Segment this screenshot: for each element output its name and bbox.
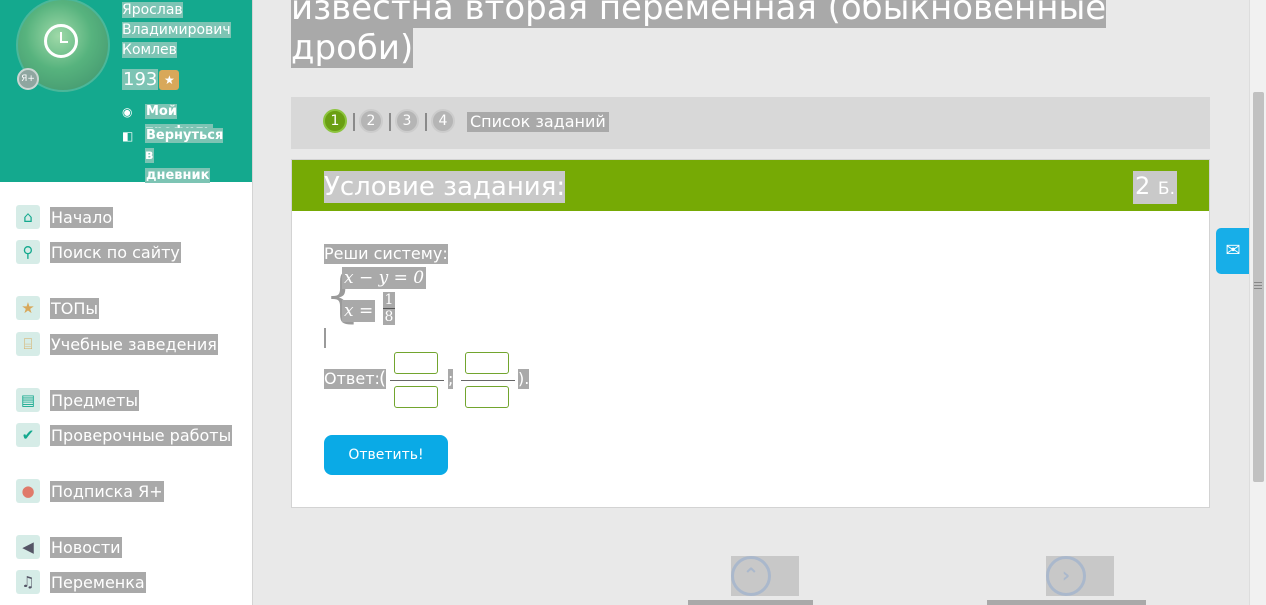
ya-plus-badge-icon: Я+ [17,68,39,90]
tab-divider [353,113,355,131]
x-numerator-input[interactable] [394,352,438,374]
nav-institutions[interactable]: ⌸ Учебные заведения [16,331,218,357]
fraction-bar [461,380,515,381]
tab-4[interactable]: 4 [431,109,455,133]
user-points: 193 ★ [122,69,180,91]
user-icon: ◉ [122,105,133,119]
separator: ; [448,369,454,389]
nav-tops[interactable]: ★ ТОПы [16,295,100,321]
clock-icon [44,24,78,58]
nav-subscription[interactable]: ● Подписка Я+ [16,478,164,504]
task-card: Условие задания: 2 Б. Реши систему: { x … [291,159,1210,508]
star-icon: ★ [159,70,180,90]
tab-3[interactable]: 3 [395,109,419,133]
equation-2-fraction: 1 8 [383,292,395,325]
ya-plus-icon: ● [16,479,40,503]
institution-icon: ⌸ [16,332,40,356]
megaphone-icon: ◀ [16,535,40,559]
scrollbar-grip [1254,282,1262,283]
tab-divider [389,113,391,131]
profile-link[interactable]: ◉ Мой профиль [122,102,213,139]
nav-underline [688,600,813,605]
nav-underline [987,600,1146,605]
page-title: известна вторая переменная (обыкновенные… [291,0,1121,68]
nav-break[interactable]: ♫ Переменка [16,569,146,595]
tab-divider [425,113,427,131]
sidebar: Я+ Ярослав Владимирович Комлев 193 ★ ◉ Мо… [0,0,253,605]
close-paren: ). [518,369,530,389]
nav-tests[interactable]: ✔ Проверочные работы [16,422,233,448]
task-list-link[interactable]: Список заданий [467,112,609,132]
door-icon: ◧ [122,129,134,143]
bell-icon: ♫ [16,570,40,594]
home-icon: ⌂ [16,205,40,229]
nav-subjects[interactable]: ▤ Предметы [16,387,139,413]
answer-label: Ответ: [324,369,380,389]
equation-1: x − y = 0 [342,267,427,289]
text-cursor [324,328,326,348]
equation-system: { x − y = 0 x = 1 8 [324,264,524,350]
scrollbar[interactable] [1249,0,1266,605]
back-to-diary-link[interactable]: ◧ Вернуться в дневник [122,126,224,183]
nav-search[interactable]: ⚲ Поиск по сайту [16,239,181,265]
nav-news[interactable]: ◀ Новости [16,534,122,560]
submit-answer-button[interactable]: Ответить! [324,435,448,475]
task-points: 2 Б. [1133,171,1177,204]
tab-2[interactable]: 2 [359,109,383,133]
x-denominator-input[interactable] [394,386,438,408]
star-icon: ★ [16,296,40,320]
scrollbar-thumb[interactable] [1253,92,1264,482]
book-icon: ▤ [16,388,40,412]
nav-home[interactable]: ⌂ Начало [16,204,114,230]
y-denominator-input[interactable] [465,386,509,408]
y-numerator-input[interactable] [465,352,509,374]
task-card-header: Условие задания: 2 Б. [292,160,1209,211]
user-name: Ярослав Владимирович Комлев [122,2,231,58]
profile-panel: Я+ Ярослав Владимирович Комлев 193 ★ ◉ Мо… [0,0,252,183]
next-task-button[interactable]: › [1046,556,1086,596]
equation-2: x = [342,300,376,322]
mail-icon[interactable]: ✉ [1216,228,1250,274]
tab-1[interactable]: 1 [323,109,347,133]
open-paren: ( [379,368,387,389]
task-condition-title: Условие задания: [324,171,566,203]
check-circle-icon: ✔ [16,423,40,447]
scroll-up-button[interactable]: ⌃ [731,556,771,596]
task-tabs: 1 2 3 4 Список заданий [291,97,1210,149]
fraction-bar [390,380,444,381]
search-icon: ⚲ [16,240,40,264]
